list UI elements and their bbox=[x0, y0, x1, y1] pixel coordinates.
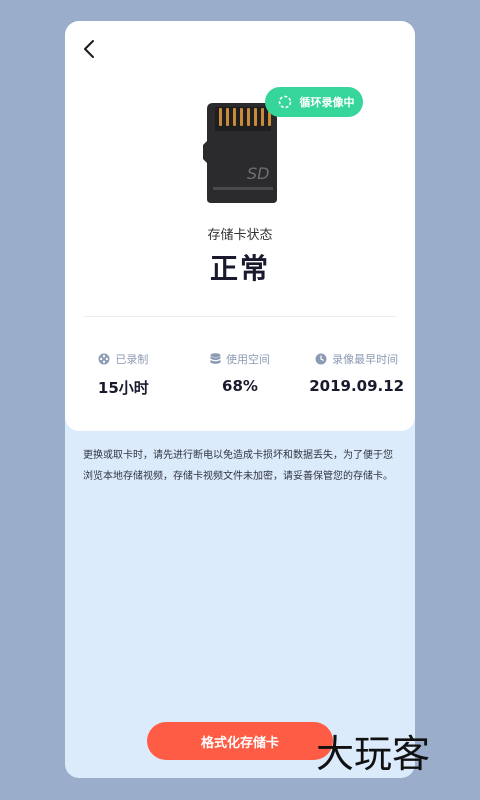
stat-used-space: 使用空间 68% bbox=[182, 351, 299, 401]
notice-text: 更换或取卡时，请先进行断电以免造成卡损坏和数据丢失，为了便于您浏览本地存储视频，… bbox=[83, 450, 393, 482]
storage-status-label: 存储卡状态 bbox=[207, 228, 273, 243]
clock-icon bbox=[315, 353, 327, 365]
watermark-logo: 大玩客 bbox=[316, 732, 431, 776]
stat-earliest-recording: 录像最早时间 2019.09.12 bbox=[298, 351, 415, 401]
format-storage-card-button[interactable]: 格式化存储卡 bbox=[147, 722, 333, 760]
stat-recorded-label: 已录制 bbox=[115, 353, 149, 366]
badge-label: 循环录像中 bbox=[299, 96, 355, 109]
stat-recorded: 已录制 15小时 bbox=[65, 351, 182, 401]
stat-recorded-value: 15小时 bbox=[97, 379, 149, 397]
stat-used-space-label: 使用空间 bbox=[226, 353, 270, 366]
stat-earliest-recording-label: 录像最早时间 bbox=[332, 353, 399, 366]
storage-status-panel: SD 循环录像中 存储卡状态 正常 已录制 15小时 使用空间 68% 录像最早… bbox=[65, 21, 415, 431]
divider bbox=[83, 316, 397, 317]
chevron-left-icon bbox=[84, 40, 94, 58]
storage-status-value: 正常 bbox=[209, 252, 270, 285]
loop-icon bbox=[278, 95, 291, 109]
film-reel-icon bbox=[98, 353, 110, 365]
sd-card-label: SD bbox=[247, 164, 269, 183]
stat-earliest-recording-value: 2019.09.12 bbox=[309, 377, 405, 395]
loop-recording-badge: 循环录像中 bbox=[265, 87, 363, 117]
sd-card-icon: SD bbox=[203, 101, 279, 205]
app-screen: SD 循环录像中 存储卡状态 正常 已录制 15小时 使用空间 68% 录像最早… bbox=[65, 21, 415, 778]
database-icon bbox=[210, 353, 221, 364]
stat-used-space-value: 68% bbox=[222, 377, 258, 395]
stats-row: 已录制 15小时 使用空间 68% 录像最早时间 2019.09.12 bbox=[65, 351, 415, 401]
back-button[interactable] bbox=[79, 35, 103, 63]
